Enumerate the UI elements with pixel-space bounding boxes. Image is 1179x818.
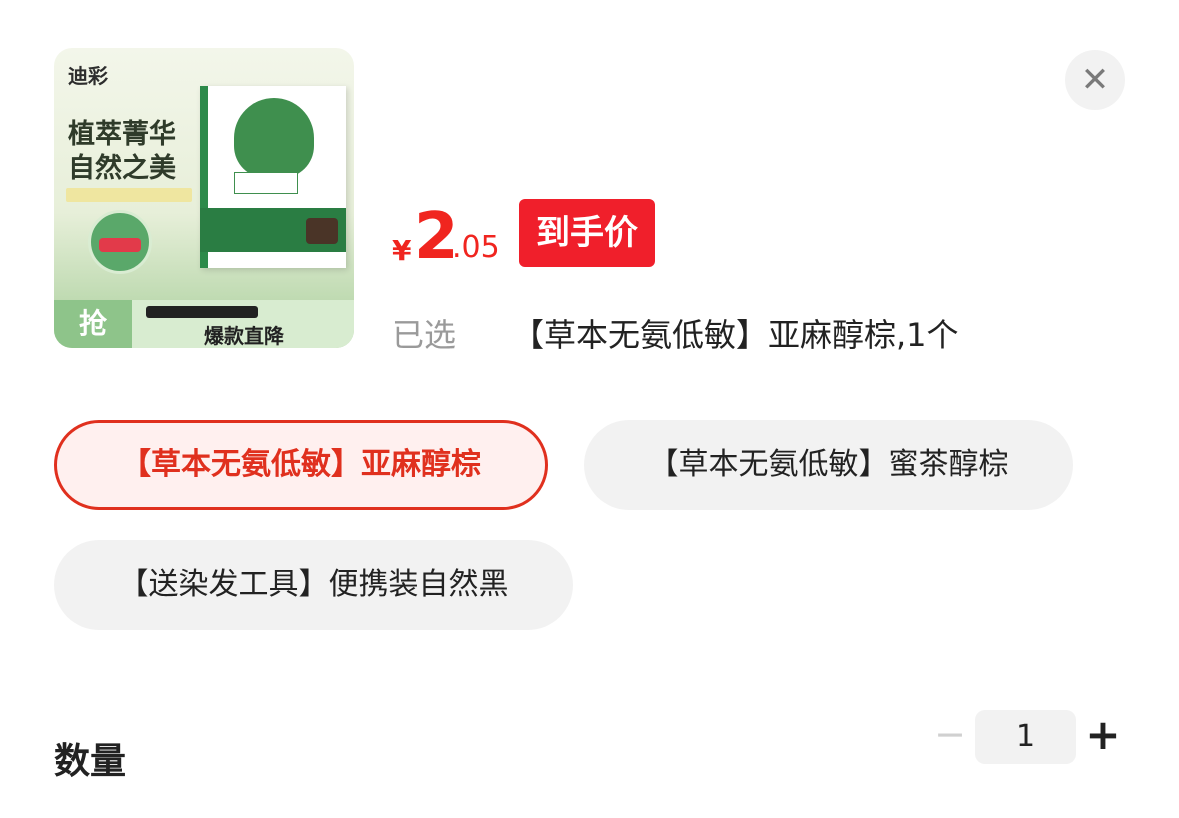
image-seal-badge: [88, 210, 152, 274]
final-price-tag: 到手价: [519, 199, 655, 267]
selected-value: 【草本无氨低敏】亚麻醇棕,1个: [512, 316, 959, 354]
option-chip-linen-brown[interactable]: 【草本无氨低敏】亚麻醇棕: [54, 420, 548, 510]
hair-swatch: [306, 218, 338, 244]
currency-symbol: ¥: [392, 234, 412, 267]
selected-label: 已选: [392, 316, 457, 354]
sku-selector-sheet: 迪彩 植萃菁华 自然之美 抢 爆款直降 ✕ ¥ 2 .05 到手价 已选 【草本…: [0, 0, 1179, 818]
option-chip-natural-black[interactable]: 【送染发工具】便携装自然黑: [54, 540, 573, 630]
image-brand-text: 迪彩: [68, 64, 108, 88]
product-thumbnail[interactable]: 迪彩 植萃菁华 自然之美 抢 爆款直降: [54, 48, 354, 348]
image-banner-text: 爆款直降: [204, 324, 284, 348]
silhouette-illustration: [234, 98, 314, 178]
box-label: [234, 172, 298, 194]
price-integer: 2: [414, 200, 459, 274]
image-subline-bar: [66, 188, 192, 202]
quantity-input[interactable]: 1: [975, 710, 1076, 764]
quantity-decrease-button[interactable]: −: [934, 714, 966, 754]
close-button[interactable]: ✕: [1065, 50, 1125, 110]
price-decimal: .05: [452, 230, 500, 265]
close-icon: ✕: [1080, 60, 1110, 100]
image-grab-badge: 抢: [54, 300, 132, 348]
image-headline: 植萃菁华 自然之美: [68, 119, 176, 184]
image-date-strip: [146, 306, 258, 318]
quantity-increase-button[interactable]: +: [1084, 712, 1122, 758]
quantity-label: 数量: [54, 741, 127, 782]
option-chip-honey-tea-brown[interactable]: 【草本无氨低敏】蜜茶醇棕: [584, 420, 1073, 510]
